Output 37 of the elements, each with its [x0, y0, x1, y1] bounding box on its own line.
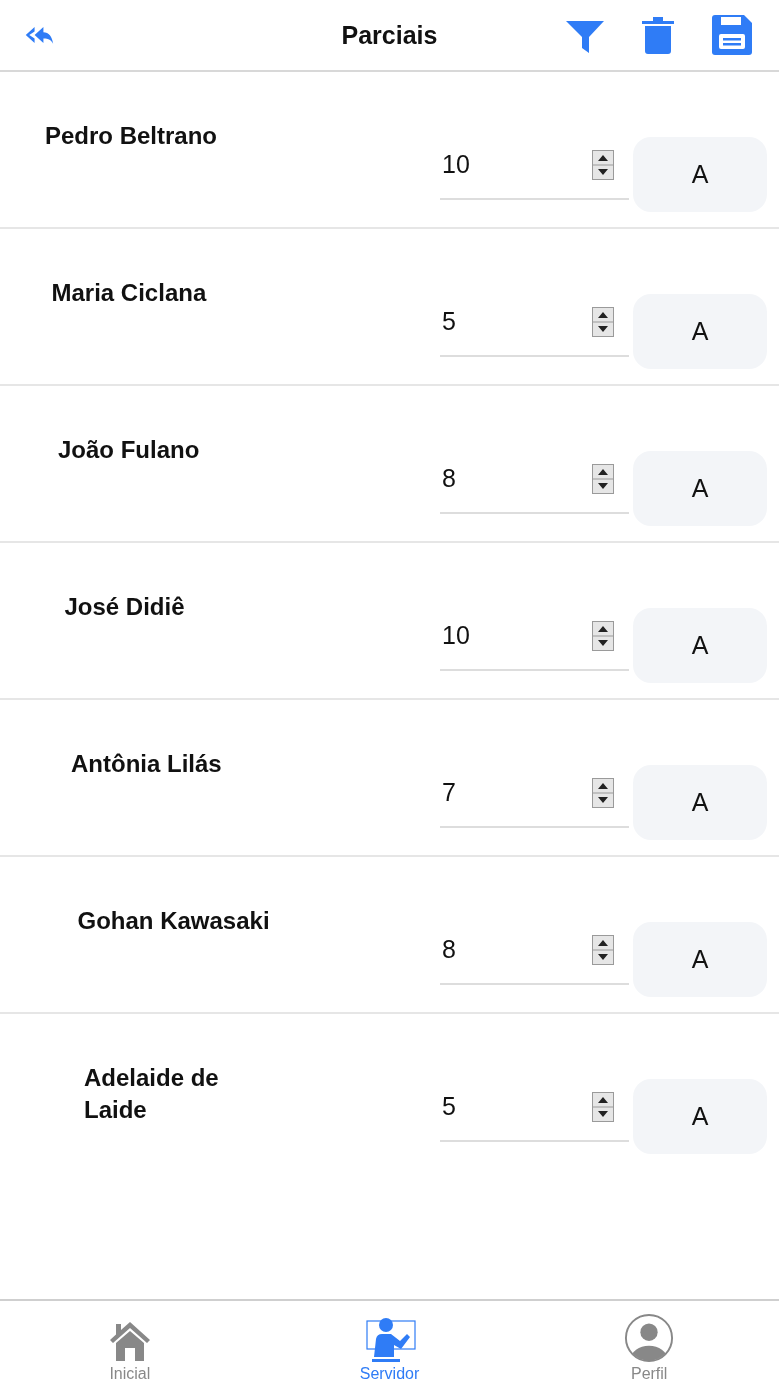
nav-tab[interactable]: Inicial [0, 1301, 260, 1387]
grade-field[interactable]: 5 [440, 1088, 629, 1142]
student-name: José Didiê [64, 592, 186, 622]
save-icon[interactable] [711, 14, 753, 56]
spinner-icon[interactable] [592, 778, 614, 808]
student-name: João Fulano [58, 435, 201, 465]
back-icon[interactable] [24, 25, 54, 45]
student-name: Gohan Kawasaki [77, 906, 271, 936]
concept-button[interactable]: A [633, 765, 767, 840]
concept-button[interactable]: A [633, 608, 767, 683]
spinner-icon[interactable] [592, 150, 614, 180]
trash-icon[interactable] [641, 15, 675, 55]
spinner-icon[interactable] [592, 935, 614, 965]
spinner-icon[interactable] [592, 621, 614, 651]
concept-button[interactable]: A [633, 451, 767, 526]
grade-field[interactable]: 8 [440, 460, 629, 514]
spinner-icon[interactable] [592, 464, 614, 494]
student-name: Maria Ciclana [51, 278, 208, 308]
grade-field[interactable]: 5 [440, 303, 629, 357]
spinner-icon[interactable] [592, 307, 614, 337]
concept-button[interactable]: A [633, 1079, 767, 1154]
teacher-icon [363, 1317, 416, 1363]
page-title: Parciais [341, 20, 438, 50]
student-name: Adelaide de Laide [84, 1063, 220, 1125]
grade-field[interactable]: 10 [440, 617, 629, 671]
grade-field[interactable]: 7 [440, 774, 629, 828]
grade-field[interactable]: 8 [440, 931, 629, 985]
concept-button[interactable]: A [633, 294, 767, 369]
concept-button[interactable]: A [633, 137, 767, 212]
student-name: Pedro Beltrano [45, 121, 219, 151]
profile-icon [624, 1313, 675, 1363]
concept-button[interactable]: A [633, 922, 767, 997]
student-name: Antônia Lilás [71, 749, 223, 779]
nav-tab[interactable]: Servidor [259, 1301, 520, 1387]
spinner-icon[interactable] [592, 1092, 614, 1122]
grade-field[interactable]: 10 [440, 146, 629, 200]
nav-tab[interactable]: Perfil [519, 1301, 779, 1387]
